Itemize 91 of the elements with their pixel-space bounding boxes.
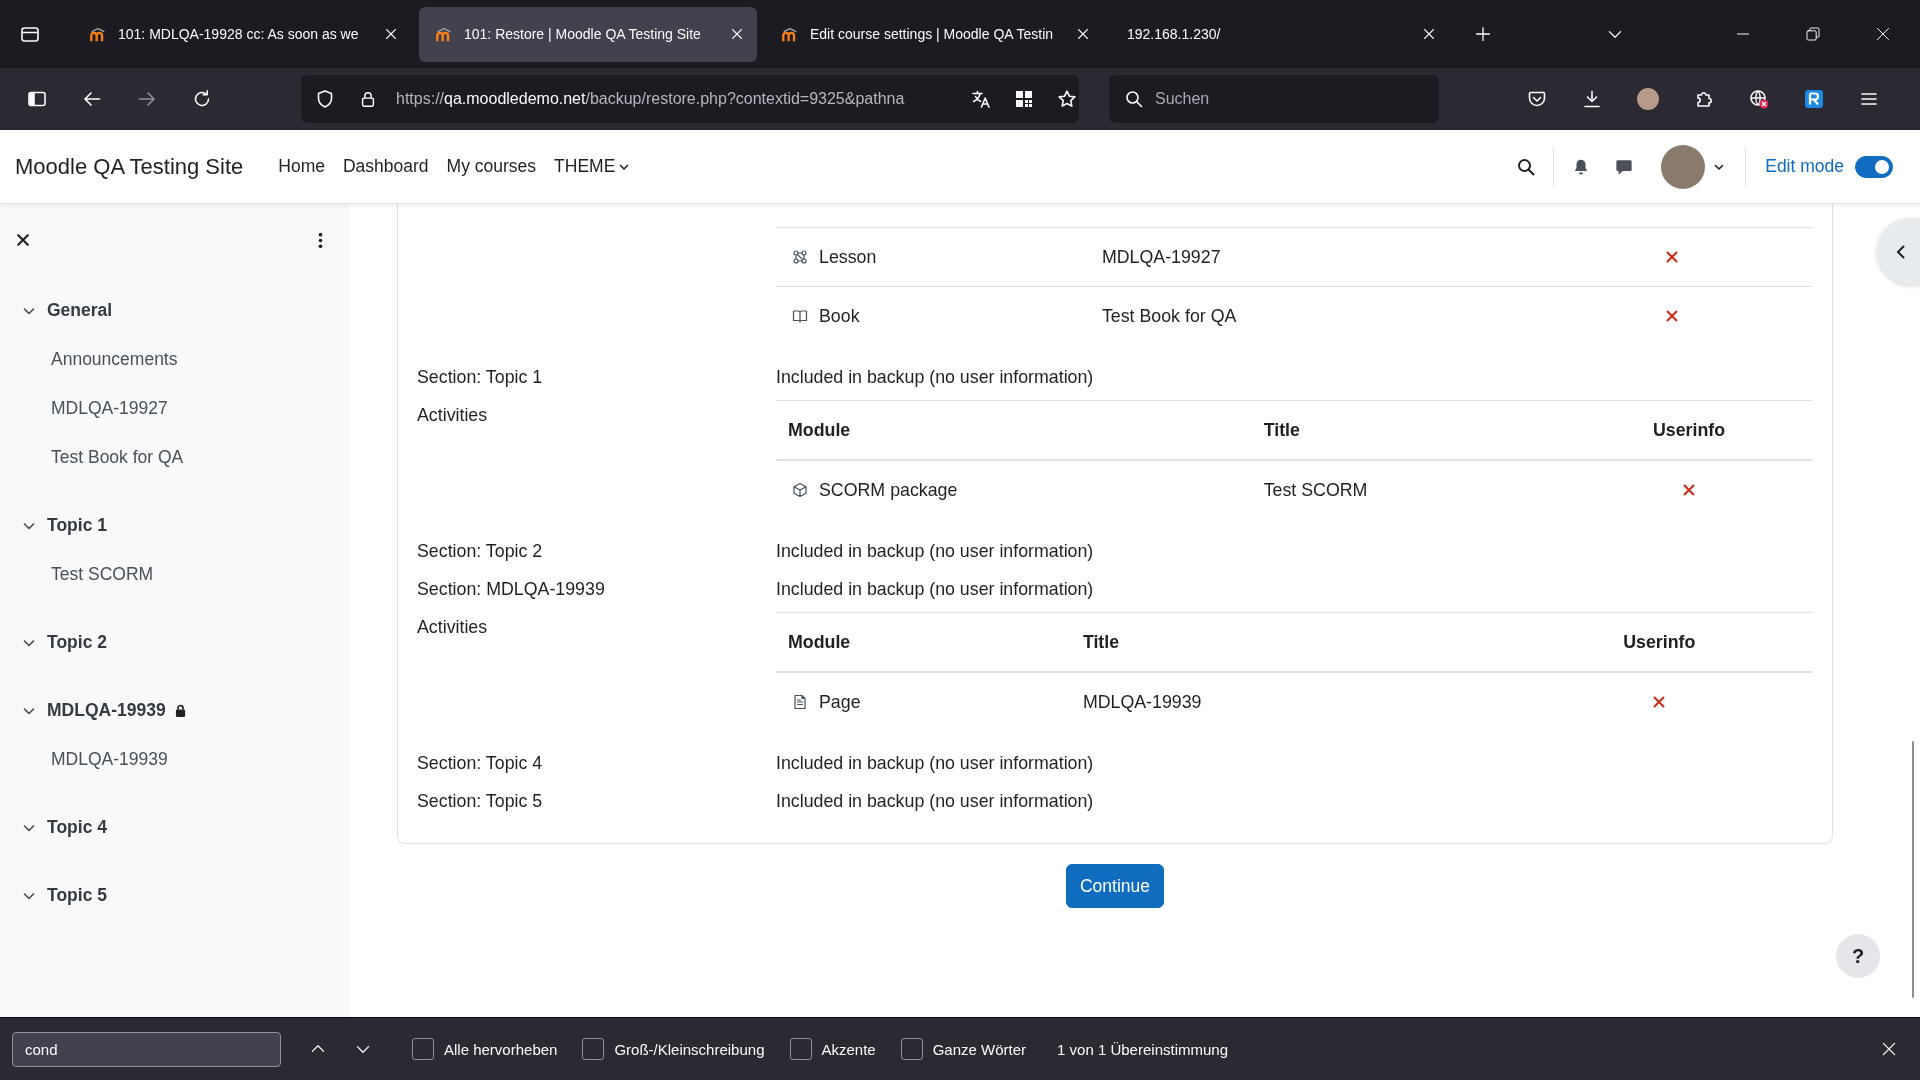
download-icon[interactable] — [1582, 89, 1602, 109]
sidebar-icon[interactable] — [27, 89, 47, 109]
restore-icon[interactable] — [1805, 26, 1821, 42]
cube-icon — [792, 482, 808, 498]
translate-icon[interactable] — [971, 89, 991, 109]
back-icon[interactable] — [82, 89, 102, 109]
checkbox-label[interactable]: Ganze Wörter — [932, 1040, 1027, 1058]
pocket-icon[interactable] — [1527, 89, 1547, 109]
checkbox-label[interactable]: Akzente — [821, 1040, 876, 1058]
checkbox-label[interactable]: Groß-/Kleinschreibung — [614, 1040, 765, 1058]
nav-link[interactable]: Home — [269, 156, 334, 177]
star-icon[interactable] — [1057, 89, 1077, 109]
module-name: Page — [819, 690, 861, 714]
column-header: Module — [788, 419, 851, 440]
close-icon[interactable] — [16, 233, 30, 247]
nav-link[interactable]: My courses — [437, 156, 546, 177]
nav-link[interactable]: Dashboard — [334, 156, 438, 177]
inclusion-status: Included in backup (no user information) — [776, 366, 1095, 388]
course-section-link[interactable]: MDLQA-19939 — [0, 686, 349, 735]
section-label: Section: Topic 4 — [417, 752, 544, 774]
activity-title: MDLQA-19927 — [1101, 246, 1221, 267]
account-avatar[interactable] — [1637, 88, 1659, 110]
course-index-item[interactable]: Announcements — [0, 335, 349, 384]
checkbox-label[interactable]: Alle hervorheben — [444, 1040, 558, 1058]
activities-label: Activities — [417, 405, 488, 425]
tab-list-icon[interactable] — [20, 24, 40, 44]
browser-tab[interactable]: 101: Restore | Moodle QA Testing Site — [419, 6, 757, 62]
chevron-left-icon — [1894, 243, 1907, 260]
column-header: Userinfo — [1652, 419, 1726, 440]
column-header: Title — [1263, 419, 1300, 440]
column-header: Module — [788, 631, 851, 652]
course-section-link[interactable]: Topic 4 — [0, 803, 349, 852]
section-label: Section: Topic 5 — [417, 790, 544, 812]
scrollbar[interactable] — [1912, 741, 1914, 998]
drawer-toggle[interactable] — [1877, 218, 1920, 285]
inclusion-status: Included in backup (no user information) — [776, 540, 1095, 562]
lock-icon[interactable] — [359, 90, 377, 108]
continue-button[interactable]: Continue — [1065, 864, 1165, 908]
activities-label: Activities — [417, 617, 488, 637]
course-index-item[interactable]: MDLQA-19939 — [0, 735, 349, 784]
edit-mode-label[interactable]: Edit mode — [1765, 156, 1844, 177]
puzzle-icon[interactable] — [1694, 89, 1714, 109]
search-icon[interactable] — [1516, 156, 1537, 177]
module-name: Book — [819, 304, 860, 328]
document-icon — [792, 694, 808, 710]
column-header: Userinfo — [1623, 631, 1696, 652]
course-index-item[interactable]: Test SCORM — [0, 550, 349, 599]
new-tab-icon[interactable] — [1475, 26, 1491, 42]
find-field[interactable]: cond — [12, 1031, 281, 1067]
globe-icon[interactable] — [1749, 89, 1769, 109]
activity-title: Test SCORM — [1263, 479, 1368, 500]
course-section-link[interactable]: Topic 5 — [0, 871, 349, 920]
search-icon — [1124, 89, 1144, 109]
checkbox[interactable] — [789, 1038, 812, 1060]
checkbox[interactable] — [900, 1038, 923, 1060]
checkbox[interactable] — [412, 1038, 434, 1060]
search-field[interactable]: Suchen — [1109, 75, 1439, 123]
chat-icon[interactable] — [1615, 157, 1634, 176]
activity-title: Test Book for QA — [1101, 305, 1237, 326]
qr-code-icon[interactable] — [1014, 89, 1034, 109]
match-count: 1 von 1 Übereinstimmung — [1057, 1040, 1228, 1058]
kebab-menu-icon[interactable] — [318, 231, 323, 249]
section-label: Section: MDLQA-19939 — [417, 578, 606, 600]
course-section-link[interactable]: Topic 1 — [0, 501, 349, 550]
nav-dropdown[interactable]: THEME — [545, 156, 640, 177]
module-name: Lesson — [819, 245, 877, 269]
activity-title: MDLQA-19939 — [1082, 691, 1202, 712]
help-button[interactable]: ? — [1836, 934, 1880, 978]
edit-mode-toggle[interactable] — [1855, 155, 1893, 178]
column-header: Title — [1082, 631, 1120, 652]
reload-icon[interactable] — [192, 89, 212, 109]
course-section-link[interactable]: Topic 2 — [0, 618, 349, 667]
section-label: Section: Topic 2 — [417, 540, 544, 562]
browser-tab[interactable]: Edit course settings | Moodle QA Testin — [765, 6, 1103, 62]
shield-icon[interactable] — [315, 89, 335, 109]
course-section-link[interactable]: General — [0, 286, 349, 335]
browser-tab[interactable]: 192.168.1.230/ — [1111, 6, 1449, 62]
course-index-item[interactable]: Test Book for QA — [0, 433, 349, 482]
book-icon — [792, 308, 808, 324]
inclusion-status: Included in backup (no user information) — [776, 790, 1095, 812]
inclusion-status: Included in backup (no user information) — [776, 752, 1095, 774]
nodes-icon — [792, 249, 808, 265]
site-name[interactable]: Moodle QA Testing Site — [15, 153, 244, 180]
browser-tab[interactable]: 101: MDLQA-19928 cc: As soon as we — [73, 6, 411, 62]
module-name: SCORM package — [819, 478, 958, 502]
inclusion-status: Included in backup (no user information) — [776, 578, 1095, 600]
section-label: Section: Topic 1 — [417, 366, 544, 388]
course-index-item[interactable]: MDLQA-19927 — [0, 384, 349, 433]
url-field[interactable]: https://qa.moodledemo.net/backup/restore.php?contextid=9325&pathna — [301, 75, 1079, 123]
checkbox[interactable] — [582, 1038, 605, 1060]
extension-icon[interactable] — [1804, 89, 1824, 109]
